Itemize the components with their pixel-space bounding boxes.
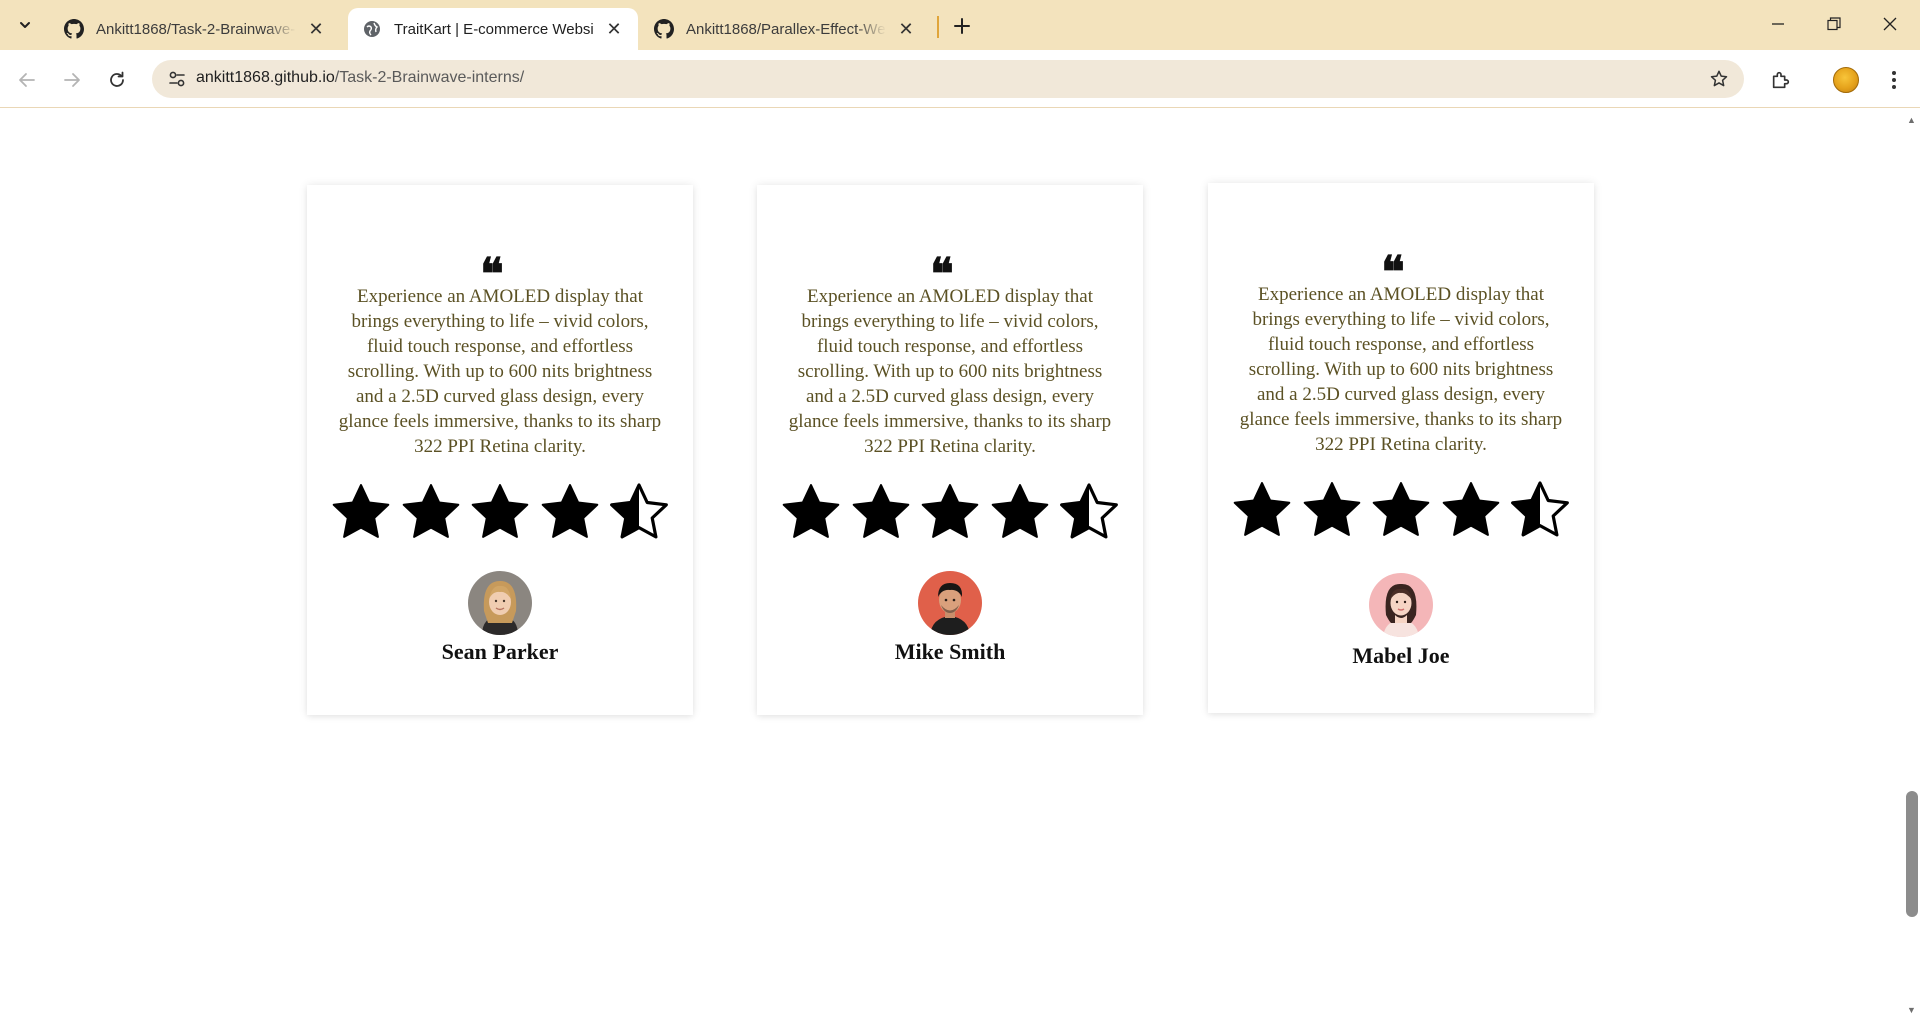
star-full-icon xyxy=(988,481,1052,545)
close-window-button[interactable] xyxy=(1862,0,1918,48)
review-text: Experience an AMOLED display that brings… xyxy=(338,286,662,457)
review-card: ❝ Experience an AMOLED display that brin… xyxy=(1208,183,1594,713)
tab-separator xyxy=(937,16,939,38)
extensions-button[interactable] xyxy=(1765,64,1797,96)
star-full-icon xyxy=(1230,479,1294,543)
more-vertical-icon xyxy=(1892,71,1896,89)
tab-title: Ankitt1868/Task-2-Brainwave-interns xyxy=(96,20,296,38)
profile-button[interactable] xyxy=(1830,64,1862,96)
star-full-icon xyxy=(779,481,843,545)
star-full-icon xyxy=(918,481,982,545)
star-full-icon xyxy=(1369,479,1433,543)
scroll-down-arrow-icon[interactable]: ▼ xyxy=(1906,1004,1917,1015)
chevron-down-icon xyxy=(20,22,30,28)
back-button[interactable] xyxy=(10,63,44,97)
restore-icon xyxy=(1827,17,1841,31)
scroll-up-arrow-icon[interactable]: ▲ xyxy=(1906,114,1917,125)
star-full-icon xyxy=(329,481,393,545)
review-text: Experience an AMOLED display that brings… xyxy=(788,286,1112,457)
tab-traitkart[interactable]: TraitKart | E-commerce Website ✕ xyxy=(348,8,638,50)
star-full-icon xyxy=(1439,479,1503,543)
tab-strip: Ankitt1868/Task-2-Brainwave-interns ✕ Tr… xyxy=(0,0,1920,50)
reviewer-name: Mike Smith xyxy=(894,639,1006,664)
new-tab-button[interactable] xyxy=(948,12,976,40)
site-info-icon[interactable] xyxy=(162,64,192,94)
plus-icon xyxy=(954,18,970,34)
close-tab-icon[interactable]: ✕ xyxy=(604,19,624,39)
avatar xyxy=(468,571,532,635)
review-card: ❝ Experience an AMOLED display that brin… xyxy=(307,185,693,715)
page-viewport: ❝ Experience an AMOLED display that brin… xyxy=(0,109,1920,1020)
url-host: ankitt1868.github.io xyxy=(196,69,335,86)
globe-icon xyxy=(362,19,382,39)
star-full-icon xyxy=(468,481,532,545)
url-path: /Task-2-Brainwave-interns/ xyxy=(334,69,525,86)
arrow-right-icon xyxy=(64,73,80,87)
avatar xyxy=(1369,573,1433,637)
arrow-left-icon xyxy=(19,73,35,87)
tab-task2-repo[interactable]: Ankitt1868/Task-2-Brainwave-interns ✕ xyxy=(50,8,340,50)
minimize-icon xyxy=(1772,23,1784,25)
star-rating xyxy=(779,481,1121,549)
github-icon xyxy=(64,19,84,39)
star-full-icon xyxy=(399,481,463,545)
review-card: ❝ Experience an AMOLED display that brin… xyxy=(757,185,1143,715)
close-tab-icon[interactable]: ✕ xyxy=(896,19,916,39)
address-bar[interactable]: ankitt1868.github.io/Task-2-Brainwave-in… xyxy=(152,60,1744,98)
close-tab-icon[interactable]: ✕ xyxy=(306,19,326,39)
tab-title: TraitKart | E-commerce Website xyxy=(394,20,594,38)
vertical-scrollbar[interactable]: ▲ ▼ xyxy=(1903,109,1920,1020)
close-icon xyxy=(1883,17,1897,31)
browser-toolbar: ankitt1868.github.io/Task-2-Brainwave-in… xyxy=(0,50,1920,108)
star-full-icon xyxy=(538,481,602,545)
review-text: Experience an AMOLED display that brings… xyxy=(1239,284,1563,455)
minimize-button[interactable] xyxy=(1750,0,1806,48)
bookmark-star-icon[interactable] xyxy=(1704,64,1734,94)
restore-button[interactable] xyxy=(1806,0,1862,48)
star-rating xyxy=(329,481,671,549)
tab-title: Ankitt1868/Parallex-Effect-Website xyxy=(686,20,886,38)
reload-button[interactable] xyxy=(100,63,134,97)
reviewer-name: Mabel Joe xyxy=(1352,643,1450,668)
github-icon xyxy=(654,19,674,39)
profile-avatar xyxy=(1833,67,1859,93)
url-text[interactable]: ankitt1868.github.io/Task-2-Brainwave-in… xyxy=(196,69,524,87)
reviewer-name: Sean Parker xyxy=(441,639,559,664)
forward-button[interactable] xyxy=(55,63,89,97)
star-full-icon xyxy=(849,481,913,545)
star-half-icon xyxy=(607,481,671,545)
tab-parallex-repo[interactable]: Ankitt1868/Parallex-Effect-Website ✕ xyxy=(640,8,930,50)
star-half-icon xyxy=(1057,481,1121,545)
star-half-icon xyxy=(1508,479,1572,543)
tab-search-button[interactable] xyxy=(8,10,42,40)
puzzle-icon xyxy=(1772,71,1790,89)
star-full-icon xyxy=(1300,479,1364,543)
scrollbar-thumb[interactable] xyxy=(1906,791,1918,917)
avatar xyxy=(918,571,982,635)
menu-button[interactable] xyxy=(1878,64,1910,96)
star-rating xyxy=(1230,479,1572,547)
reload-icon xyxy=(110,71,124,87)
